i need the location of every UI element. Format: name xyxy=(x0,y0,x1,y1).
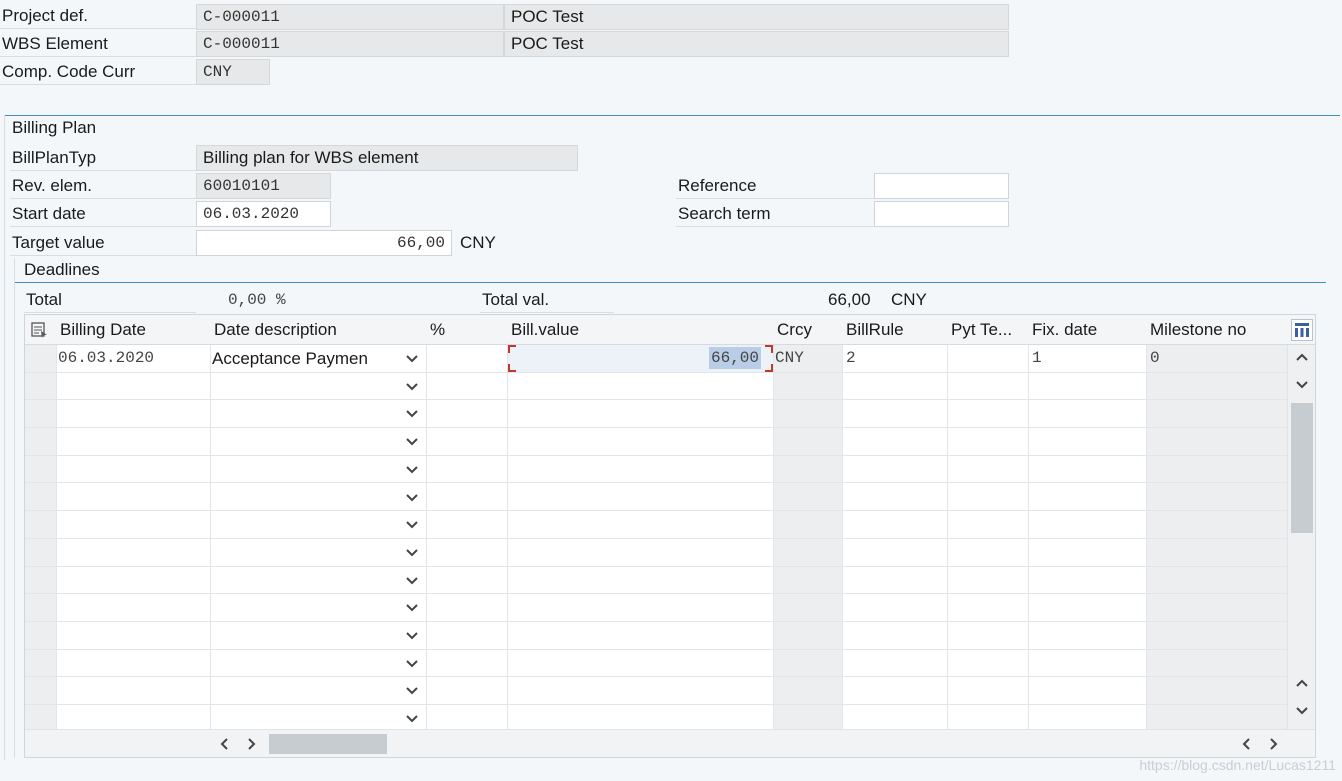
table-row[interactable] xyxy=(25,484,1287,512)
col-date-description[interactable]: Date description xyxy=(210,315,426,345)
col-crcy[interactable]: Crcy xyxy=(773,315,842,345)
chevron-down-icon[interactable] xyxy=(405,407,419,421)
row1-crcy: CNY xyxy=(775,349,804,367)
col-percent[interactable]: % xyxy=(426,315,507,345)
col-billing-date[interactable]: Billing Date xyxy=(56,315,210,345)
vertical-scrollbar[interactable] xyxy=(1287,345,1315,729)
row1-date-description[interactable]: Acceptance Paymen xyxy=(210,345,400,372)
deadlines-divider xyxy=(14,282,1326,283)
wbs-element-desc: POC Test xyxy=(504,31,1009,57)
select-all-icon[interactable] xyxy=(31,322,49,338)
chevron-down-icon[interactable] xyxy=(405,352,419,366)
table-row[interactable] xyxy=(25,428,1287,456)
project-def-desc: POC Test xyxy=(504,4,1009,30)
table-row[interactable] xyxy=(25,622,1287,650)
col-bill-rule[interactable]: BillRule xyxy=(842,315,947,345)
start-date-input[interactable]: 06.03.2020 xyxy=(196,201,331,227)
total-val-label: Total val. xyxy=(480,287,614,313)
reference-input[interactable] xyxy=(874,173,1009,199)
deadlines-table: Billing Date Date description % Bill.val… xyxy=(24,314,1316,758)
project-def-field[interactable]: C-000011 xyxy=(196,4,504,30)
deadlines-left-border xyxy=(14,258,15,758)
search-term-input[interactable] xyxy=(874,201,1009,227)
chevron-down-icon[interactable] xyxy=(405,463,419,477)
chevron-down-icon[interactable] xyxy=(405,546,419,560)
chevron-down-icon[interactable] xyxy=(405,380,419,394)
chevron-down-icon[interactable] xyxy=(405,684,419,698)
chevron-down-icon[interactable] xyxy=(405,491,419,505)
chevron-down-icon[interactable] xyxy=(405,518,419,532)
watermark: https://blog.csdn.net/Lucas1211 xyxy=(1139,757,1336,773)
chevron-down-icon[interactable] xyxy=(405,657,419,671)
row1-percent[interactable] xyxy=(426,345,507,372)
scroll-up-icon[interactable] xyxy=(1295,377,1309,397)
total-val: 66,00 xyxy=(828,290,871,309)
row1-bill-rule[interactable]: 2 xyxy=(842,345,947,372)
target-value-label: Target value xyxy=(10,230,198,256)
total-label: Total xyxy=(24,287,196,313)
column-config-icon[interactable] xyxy=(1291,319,1313,341)
row1-bill-value-focus[interactable]: 66,00 xyxy=(508,345,773,372)
chevron-down-icon[interactable] xyxy=(405,629,419,643)
chevron-down-icon[interactable] xyxy=(405,601,419,615)
target-value-currency: CNY xyxy=(460,233,496,252)
search-term-label: Search term xyxy=(676,201,874,227)
scroll-right-far-icon[interactable] xyxy=(1267,736,1281,756)
billing-plan-title: Billing Plan xyxy=(12,118,97,137)
total-pct: 0,00 % xyxy=(228,291,286,309)
col-milestone-no[interactable]: Milestone no xyxy=(1146,315,1287,345)
project-def-label: Project def. xyxy=(0,3,196,29)
scroll-down-icon[interactable] xyxy=(1295,675,1309,695)
rev-elem-label: Rev. elem. xyxy=(10,173,198,199)
chevron-down-icon[interactable] xyxy=(405,435,419,449)
scroll-left-icon[interactable] xyxy=(217,736,231,756)
start-date-label: Start date xyxy=(10,201,198,227)
col-payment-terms[interactable]: Pyt Te... xyxy=(947,315,1028,345)
row1-fix-date[interactable]: 1 xyxy=(1028,345,1146,372)
billing-plan-left-border xyxy=(4,115,5,760)
table-row[interactable] xyxy=(25,400,1287,429)
scroll-right-icon[interactable] xyxy=(245,736,259,756)
horizontal-scrollbar[interactable] xyxy=(25,729,1315,757)
scroll-left-far-icon[interactable] xyxy=(1239,736,1253,756)
scroll-bottom-icon[interactable] xyxy=(1295,703,1309,723)
total-val-currency: CNY xyxy=(891,290,927,309)
wbs-element-field[interactable]: C-000011 xyxy=(196,31,504,57)
table-row[interactable] xyxy=(25,539,1287,567)
wbs-element-label: WBS Element xyxy=(0,31,196,57)
target-value-input[interactable]: 66,00 xyxy=(196,230,452,256)
table-row[interactable] xyxy=(25,511,1287,539)
col-bill-value[interactable]: Bill.value xyxy=(507,315,773,345)
horizontal-scroll-thumb[interactable] xyxy=(269,734,387,754)
table-row[interactable] xyxy=(25,373,1287,401)
col-fix-date[interactable]: Fix. date xyxy=(1028,315,1146,345)
chevron-down-icon[interactable] xyxy=(405,574,419,588)
reference-label: Reference xyxy=(676,173,874,199)
row1-payment-terms[interactable] xyxy=(947,345,1028,372)
bill-plan-typ-field: Billing plan for WBS element xyxy=(196,145,578,171)
row1-bill-value[interactable]: 66,00 xyxy=(708,347,761,369)
table-row[interactable] xyxy=(25,650,1287,678)
row1-milestone-no: 0 xyxy=(1150,349,1160,367)
table-row[interactable] xyxy=(25,456,1287,484)
table-row[interactable] xyxy=(25,567,1287,595)
row1-billing-date[interactable]: 06.03.2020 xyxy=(56,345,210,372)
table-row[interactable] xyxy=(25,594,1287,622)
comp-code-curr-field[interactable]: CNY xyxy=(196,59,270,85)
billing-plan-divider xyxy=(4,115,1340,116)
deadlines-title: Deadlines xyxy=(24,260,100,279)
chevron-down-icon[interactable] xyxy=(405,712,419,726)
scroll-top-icon[interactable] xyxy=(1295,349,1309,369)
bill-plan-typ-label: BillPlanTyp xyxy=(10,145,198,171)
vertical-scroll-thumb[interactable] xyxy=(1291,403,1313,533)
table-row[interactable] xyxy=(25,677,1287,706)
rev-elem-field[interactable]: 60010101 xyxy=(196,173,331,199)
comp-code-curr-label: Comp. Code Curr xyxy=(0,59,196,85)
